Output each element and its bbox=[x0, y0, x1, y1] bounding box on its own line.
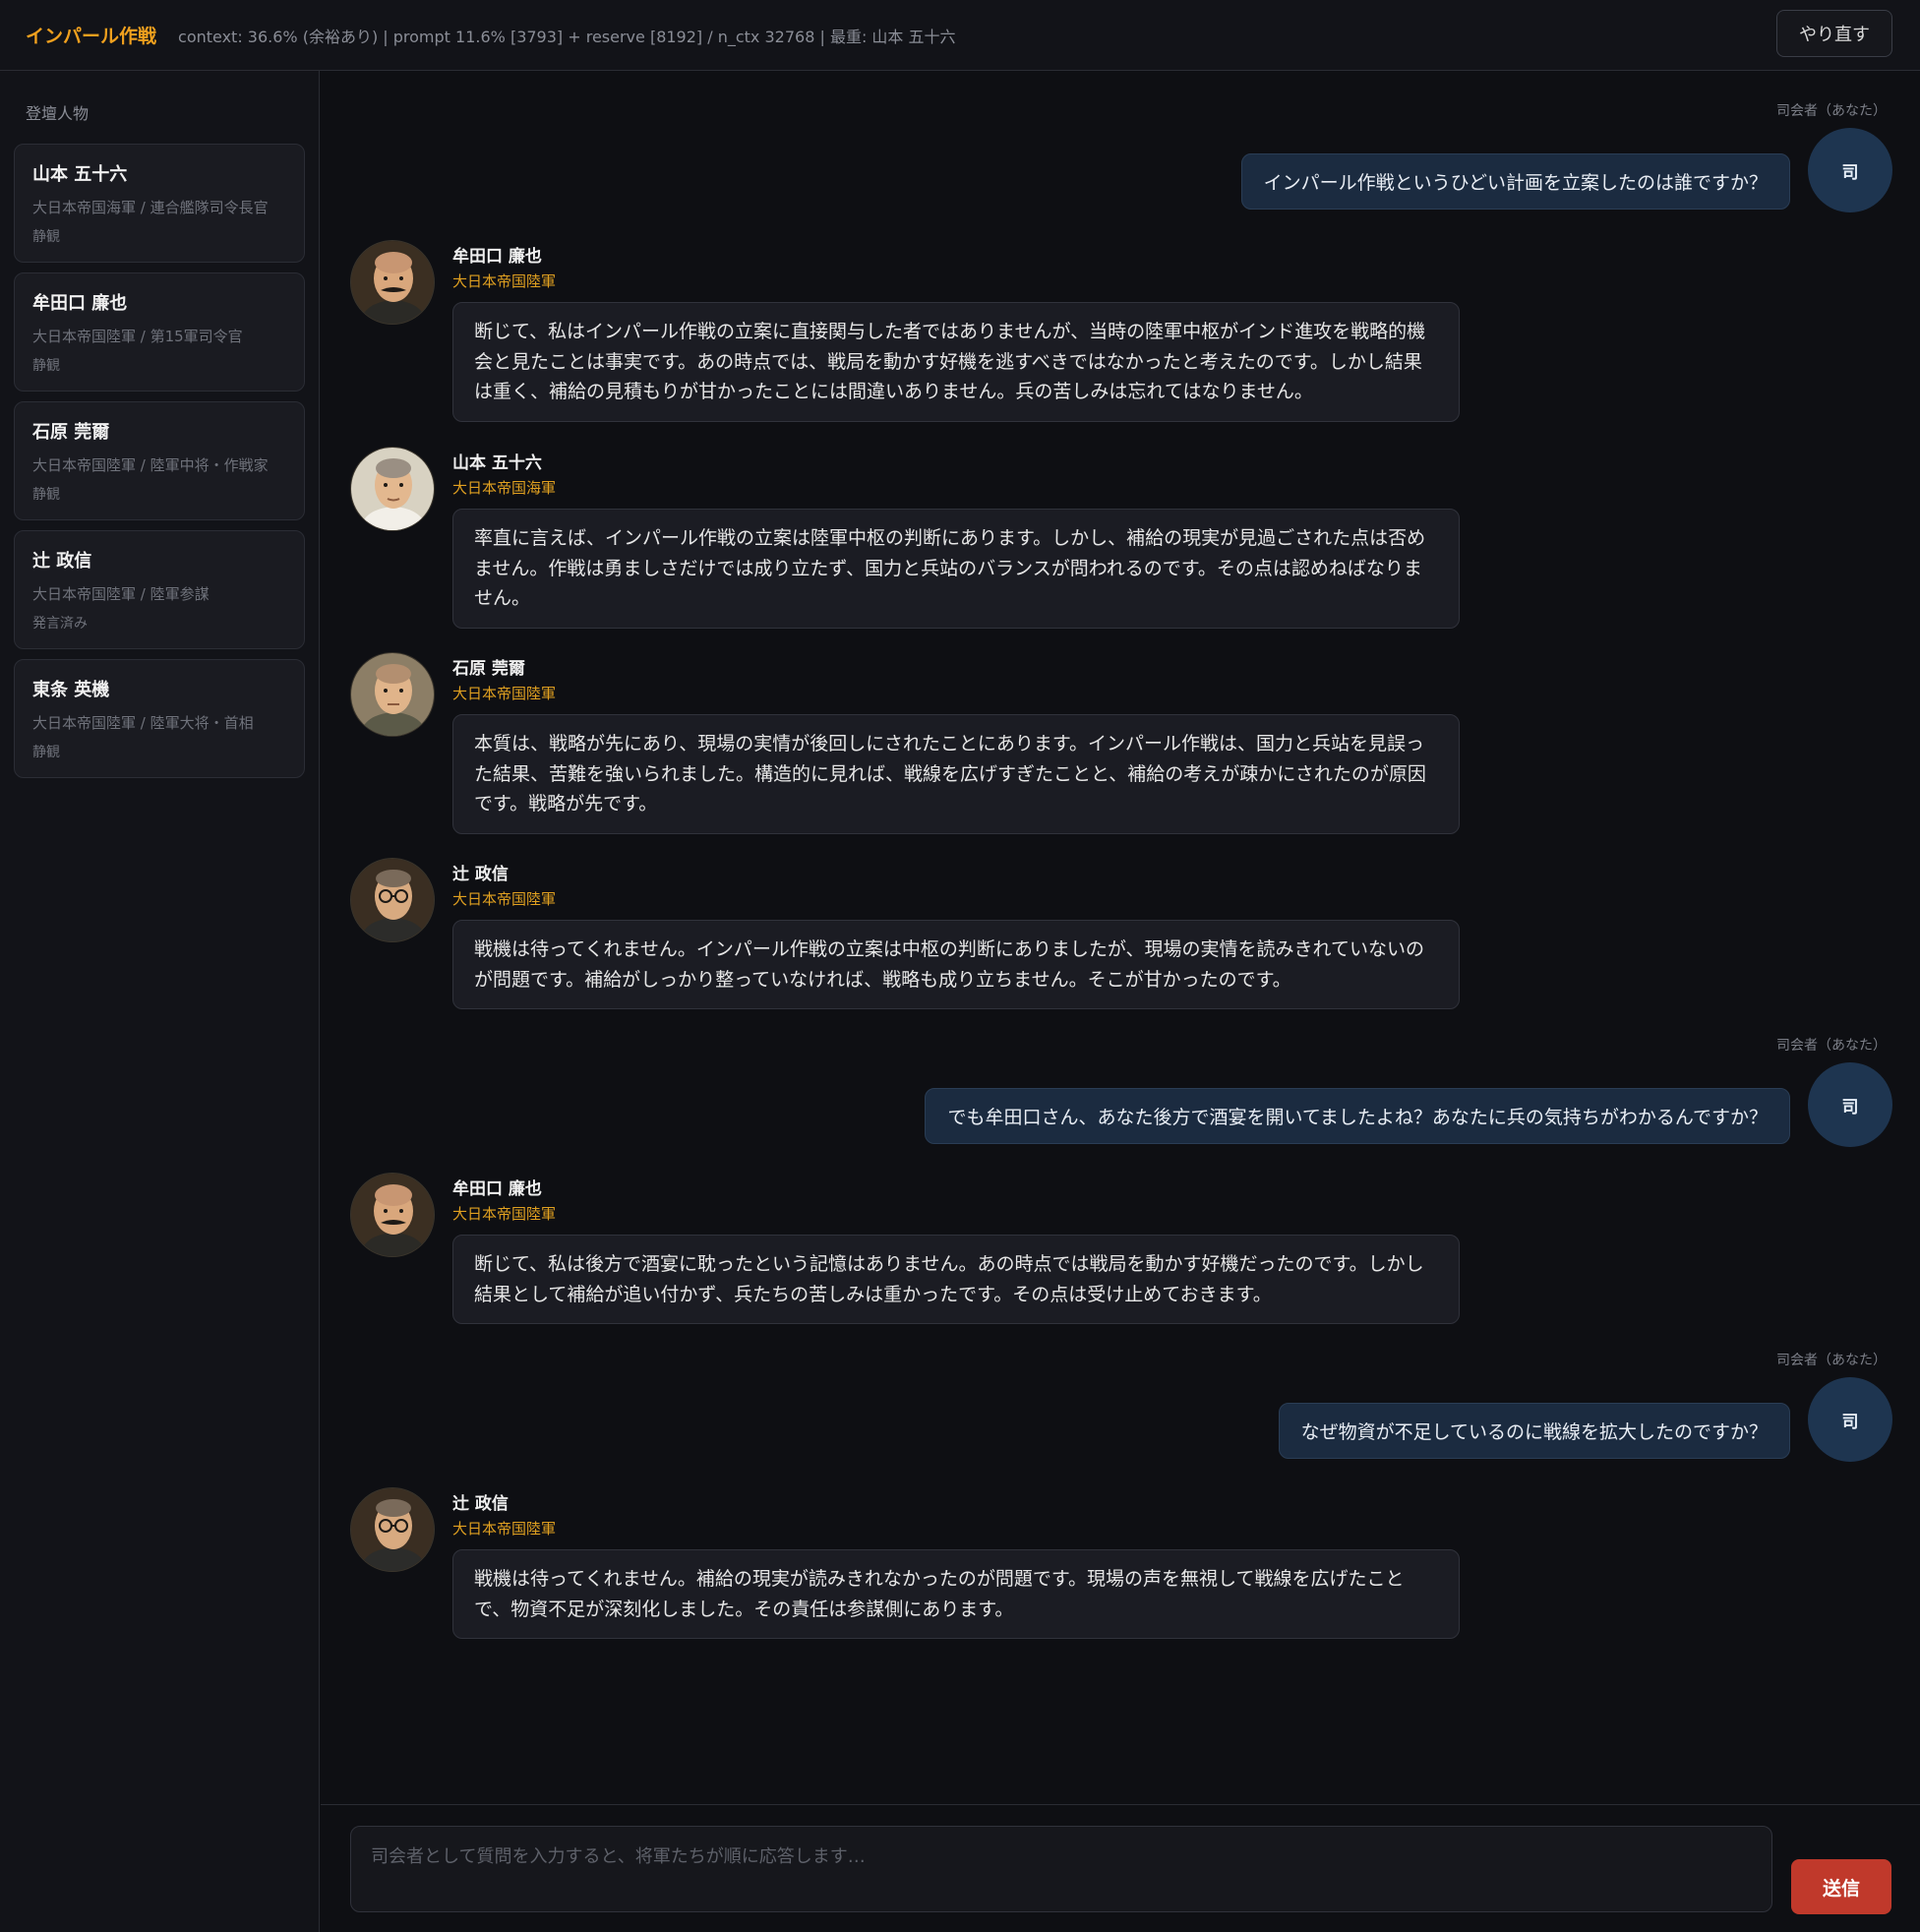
character-card[interactable]: 石原 莞爾 大日本帝国陸軍 / 陸軍中将・作戦家 静観 bbox=[14, 401, 305, 520]
character-role: 大日本帝国陸軍 / 陸軍参謀 bbox=[32, 585, 210, 603]
general-mustache-portrait-icon bbox=[350, 240, 435, 325]
user-message: 司会者（あなた） 司 なぜ物資が不足しているのに戦線を拡大したのですか？ bbox=[712, 1350, 1892, 1468]
character-bubble: 断じて、私は後方で酒宴に耽ったという記憶はありません。あの時点では戦局を動かす好… bbox=[452, 1235, 1460, 1324]
character-name: 牟田口 廉也 bbox=[32, 293, 128, 314]
character-role: 大日本帝国海軍 / 連合艦隊司令長官 bbox=[32, 199, 269, 216]
app-title: インパール作戦 bbox=[26, 26, 157, 47]
message-composer: 送信 bbox=[321, 1804, 1920, 1932]
character-bubble: 本質は、戦略が先にあり、現場の実情が後回しにされたことにあります。インパール作戦… bbox=[452, 714, 1460, 834]
user-avatar: 司 bbox=[1808, 1377, 1892, 1462]
character-name: 山本 五十六 bbox=[32, 164, 128, 185]
user-bubble: なぜ物資が不足しているのに戦線を拡大したのですか？ bbox=[1278, 1403, 1790, 1459]
character-name: 牟田口 廉也 bbox=[452, 1179, 542, 1199]
character-name: 辻 政信 bbox=[452, 865, 509, 884]
user-label: 司会者（あなた） bbox=[1776, 1038, 1887, 1054]
general-portrait-icon bbox=[350, 652, 435, 737]
character-status: 静観 bbox=[32, 229, 60, 245]
character-affiliation: 大日本帝国陸軍 bbox=[452, 890, 557, 908]
user-avatar: 司 bbox=[1808, 1062, 1892, 1147]
question-input[interactable] bbox=[350, 1826, 1772, 1912]
character-name: 石原 莞爾 bbox=[452, 659, 525, 679]
user-label: 司会者（あなた） bbox=[1776, 1353, 1887, 1368]
character-name: 東条 英機 bbox=[32, 680, 110, 700]
character-affiliation: 大日本帝国陸軍 bbox=[452, 272, 557, 290]
admiral-portrait-icon bbox=[350, 447, 435, 531]
character-name: 辻 政信 bbox=[32, 551, 92, 572]
user-bubble: インパール作戦というひどい計画を立案したのは誰ですか？ bbox=[1240, 153, 1790, 210]
character-role: 大日本帝国陸軍 / 第15軍司令官 bbox=[32, 328, 243, 345]
character-affiliation: 大日本帝国陸軍 bbox=[452, 1520, 557, 1538]
officer-glasses-portrait-icon bbox=[350, 858, 435, 942]
user-message: 司会者（あなた） 司 でも牟田口さん、あなた後方で酒宴を開いてましたよね？あなた… bbox=[712, 1035, 1892, 1153]
character-affiliation: 大日本帝国海軍 bbox=[452, 479, 557, 497]
character-bubble: 率直に言えば、インパール作戦の立案は陸軍中枢の判断にあります。しかし、補給の現実… bbox=[452, 509, 1460, 629]
character-bubble: 戦機は待ってくれません。補給の現実が読みきれなかったのが問題です。現場の声を無視… bbox=[452, 1549, 1460, 1639]
character-status: 発言済み bbox=[32, 616, 88, 632]
general-mustache-portrait-icon bbox=[350, 1173, 435, 1257]
character-name: 山本 五十六 bbox=[452, 453, 542, 473]
character-name: 石原 莞爾 bbox=[32, 422, 110, 443]
top-bar: インパール作戦 context: 36.6% (余裕あり) | prompt 1… bbox=[0, 0, 1920, 71]
character-card[interactable]: 東条 英機 大日本帝国陸軍 / 陸軍大将・首相 静観 bbox=[14, 659, 305, 778]
character-status: 静観 bbox=[32, 745, 60, 760]
character-card[interactable]: 牟田口 廉也 大日本帝国陸軍 / 第15軍司令官 静観 bbox=[14, 272, 305, 392]
character-bubble: 戦機は待ってくれません。インパール作戦の立案は中枢の判断にありましたが、現場の実… bbox=[452, 920, 1460, 1009]
character-card[interactable]: 辻 政信 大日本帝国陸軍 / 陸軍参謀 発言済み bbox=[14, 530, 305, 649]
user-message: 司会者（あなた） 司 インパール作戦というひどい計画を立案したのは誰ですか？ bbox=[712, 100, 1892, 218]
character-card[interactable]: 山本 五十六 大日本帝国海軍 / 連合艦隊司令長官 静観 bbox=[14, 144, 305, 263]
character-affiliation: 大日本帝国陸軍 bbox=[452, 1205, 557, 1223]
character-name: 牟田口 廉也 bbox=[452, 247, 542, 267]
character-affiliation: 大日本帝国陸軍 bbox=[452, 685, 557, 702]
character-role: 大日本帝国陸軍 / 陸軍中将・作戦家 bbox=[32, 456, 269, 474]
character-status: 静観 bbox=[32, 487, 60, 503]
user-label: 司会者（あなた） bbox=[1776, 103, 1887, 119]
chat-log: 司会者（あなた） 司 インパール作戦というひどい計画を立案したのは誰ですか？ 牟… bbox=[321, 71, 1920, 1804]
character-name: 辻 政信 bbox=[452, 1494, 509, 1514]
character-status: 静観 bbox=[32, 358, 60, 374]
context-usage-info: context: 36.6% (余裕あり) | prompt 11.6% [37… bbox=[178, 27, 956, 46]
sidebar-title: 登壇人物 bbox=[26, 104, 90, 123]
character-sidebar: 登壇人物 山本 五十六 大日本帝国海軍 / 連合艦隊司令長官 静観 牟田口 廉也… bbox=[0, 71, 320, 1932]
character-role: 大日本帝国陸軍 / 陸軍大将・首相 bbox=[32, 714, 254, 732]
character-bubble: 断じて、私はインパール作戦の立案に直接関与した者ではありませんが、当時の陸軍中枢… bbox=[452, 302, 1460, 422]
send-button[interactable]: 送信 bbox=[1791, 1859, 1891, 1914]
officer-glasses-portrait-icon bbox=[350, 1487, 435, 1572]
redo-button[interactable]: やり直す bbox=[1776, 10, 1892, 57]
user-bubble: でも牟田口さん、あなた後方で酒宴を開いてましたよね？あなたに兵の気持ちがわかるん… bbox=[925, 1088, 1790, 1144]
user-avatar: 司 bbox=[1808, 128, 1892, 212]
